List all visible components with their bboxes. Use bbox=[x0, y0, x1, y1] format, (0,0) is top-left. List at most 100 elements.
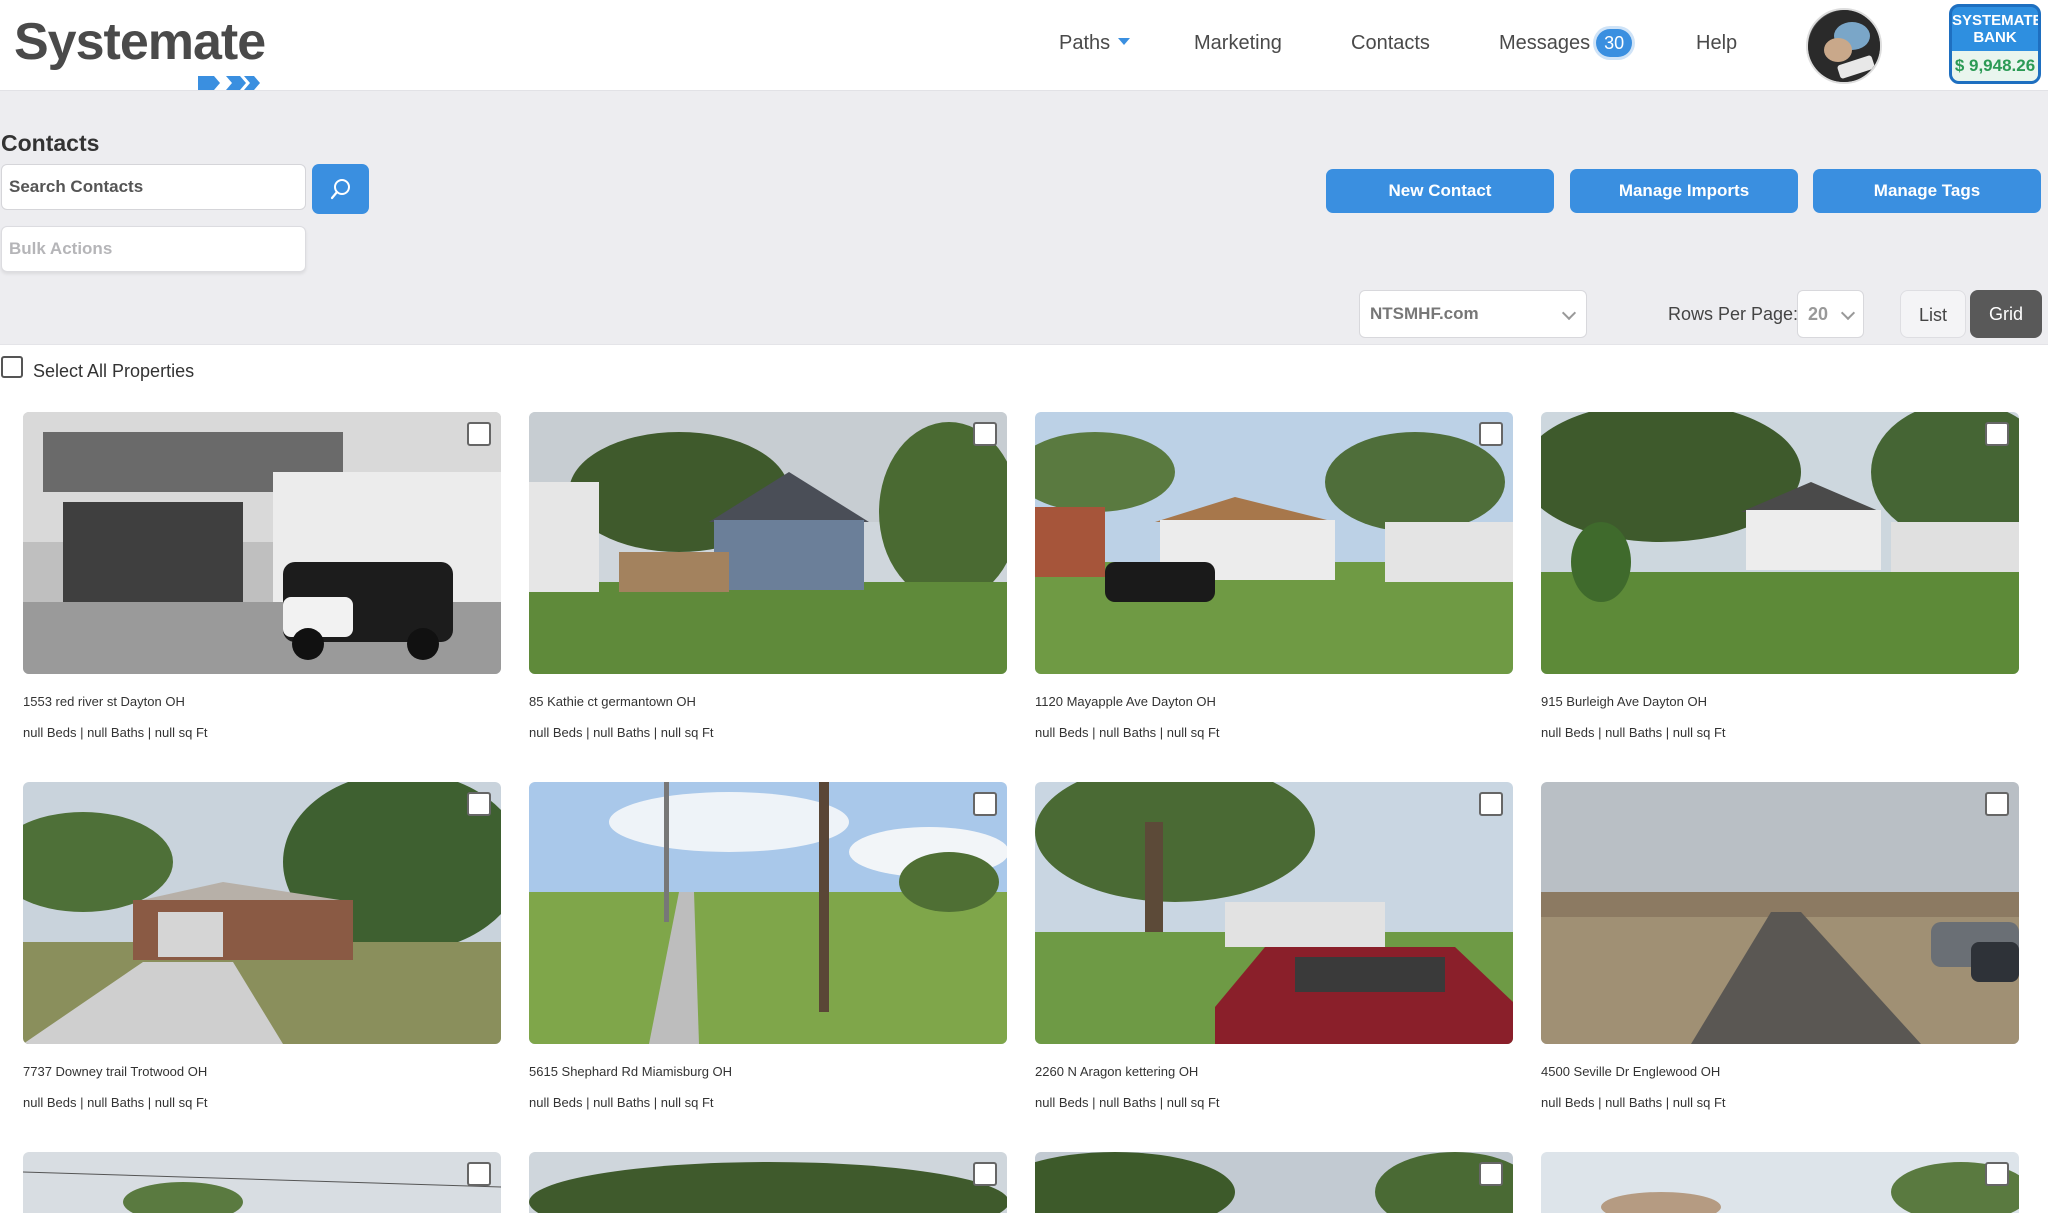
select-all-label: Select All Properties bbox=[33, 360, 195, 381]
property-address: 1553 red river st Dayton OH bbox=[23, 694, 185, 709]
domain-select-value: NTSMHF.com bbox=[1370, 304, 1479, 323]
property-photo-image bbox=[529, 782, 1007, 1044]
nav-contacts[interactable]: Contacts bbox=[1351, 32, 1430, 55]
property-card[interactable]: 2260 N Aragon kettering OH null Beds | n… bbox=[1035, 782, 1513, 1110]
property-checkbox[interactable] bbox=[1985, 422, 2009, 446]
property-address: 1120 Mayapple Ave Dayton OH bbox=[1035, 694, 1216, 709]
property-address: 2260 N Aragon kettering OH bbox=[1035, 1064, 1199, 1079]
property-checkbox[interactable] bbox=[467, 792, 491, 816]
logo-text: Systemate bbox=[14, 13, 266, 71]
property-photo-image bbox=[1541, 412, 2019, 674]
property-checkbox[interactable] bbox=[1479, 1162, 1503, 1186]
search-icon bbox=[330, 179, 350, 200]
select-all-row: Select All Properties bbox=[1, 356, 194, 381]
nav-help[interactable]: Help bbox=[1696, 32, 1737, 55]
property-card[interactable]: 1553 red river st Dayton OH null Beds | … bbox=[23, 412, 501, 740]
property-specs: null Beds | null Baths | null sq Ft bbox=[23, 725, 208, 740]
top-header: Systemate Paths Marketing Contacts Messa… bbox=[0, 0, 2048, 91]
property-specs: null Beds | null Baths | null sq Ft bbox=[1541, 1095, 1726, 1110]
manage-imports-button[interactable]: Manage Imports bbox=[1570, 169, 1798, 213]
systemate-bank-widget[interactable]: SYSTEMATE BANK $ 9,948.26 bbox=[1949, 4, 2041, 84]
property-card[interactable]: 4500 Seville Dr Englewood OH null Beds |… bbox=[1541, 782, 2019, 1110]
property-photo-image bbox=[23, 1152, 501, 1213]
search-input[interactable] bbox=[1, 164, 306, 210]
property-checkbox[interactable] bbox=[973, 422, 997, 446]
bulk-actions-select[interactable]: Bulk Actions bbox=[1, 226, 306, 272]
property-checkbox[interactable] bbox=[973, 1162, 997, 1186]
rows-per-page-select[interactable]: 20 bbox=[1797, 290, 1864, 338]
property-card[interactable]: 7737 Downey trail Trotwood OH null Beds … bbox=[23, 782, 501, 1110]
property-photo[interactable] bbox=[529, 412, 1007, 674]
property-card[interactable] bbox=[529, 1152, 1007, 1213]
property-photo[interactable] bbox=[1541, 782, 2019, 1044]
avatar-image bbox=[1808, 10, 1880, 82]
rows-per-page-label: Rows Per Page: bbox=[1668, 304, 1799, 324]
property-checkbox[interactable] bbox=[1985, 792, 2009, 816]
property-checkbox[interactable] bbox=[467, 422, 491, 446]
domain-select[interactable]: NTSMHF.com bbox=[1359, 290, 1587, 338]
property-photo[interactable] bbox=[1035, 782, 1513, 1044]
property-photo-image bbox=[1035, 782, 1513, 1044]
nav-messages-label: Messages bbox=[1499, 32, 1591, 54]
property-photo[interactable] bbox=[23, 412, 501, 674]
caret-down-icon bbox=[1118, 38, 1131, 46]
property-photo[interactable] bbox=[529, 782, 1007, 1044]
property-photo[interactable] bbox=[1035, 1152, 1513, 1213]
property-photo-image bbox=[1541, 782, 2019, 1044]
property-specs: null Beds | null Baths | null sq Ft bbox=[23, 1095, 208, 1110]
property-checkbox[interactable] bbox=[1479, 422, 1503, 446]
avatar[interactable] bbox=[1806, 8, 1882, 84]
property-checkbox[interactable] bbox=[973, 792, 997, 816]
chevron-down-icon bbox=[1840, 305, 1856, 321]
property-card[interactable]: 5615 Shephard Rd Miamisburg OH null Beds… bbox=[529, 782, 1007, 1110]
nav-paths[interactable]: Paths bbox=[1059, 32, 1131, 55]
messages-count-badge: 30 bbox=[1596, 29, 1633, 57]
logo-chevrons-icon bbox=[198, 76, 260, 90]
property-address: 4500 Seville Dr Englewood OH bbox=[1541, 1064, 1721, 1079]
property-photo[interactable] bbox=[23, 782, 501, 1044]
property-address: 7737 Downey trail Trotwood OH bbox=[23, 1064, 208, 1079]
property-card[interactable] bbox=[1035, 1152, 1513, 1213]
property-checkbox[interactable] bbox=[1479, 792, 1503, 816]
property-card[interactable]: 915 Burleigh Ave Dayton OH null Beds | n… bbox=[1541, 412, 2019, 740]
chevron-down-icon bbox=[1561, 305, 1577, 321]
property-checkbox[interactable] bbox=[1985, 1162, 2009, 1186]
property-photo[interactable] bbox=[529, 1152, 1007, 1213]
property-specs: null Beds | null Baths | null sq Ft bbox=[529, 1095, 714, 1110]
manage-tags-button[interactable]: Manage Tags bbox=[1813, 169, 2041, 213]
property-card[interactable] bbox=[1541, 1152, 2019, 1213]
property-card[interactable]: 85 Kathie ct germantown OH null Beds | n… bbox=[529, 412, 1007, 740]
nav-messages[interactable]: Messages 30 bbox=[1499, 29, 1633, 57]
view-grid-button[interactable]: Grid bbox=[1970, 290, 2042, 338]
property-checkbox[interactable] bbox=[467, 1162, 491, 1186]
property-card[interactable]: 1120 Mayapple Ave Dayton OH null Beds | … bbox=[1035, 412, 1513, 740]
property-address: 85 Kathie ct germantown OH bbox=[529, 694, 696, 709]
property-photo-image bbox=[23, 782, 501, 1044]
rows-per-page-value: 20 bbox=[1808, 304, 1829, 324]
property-photo-image bbox=[529, 412, 1007, 674]
nav-marketing[interactable]: Marketing bbox=[1194, 32, 1282, 55]
property-photo-image bbox=[1035, 412, 1513, 674]
property-photo[interactable] bbox=[1541, 1152, 2019, 1213]
view-list-button[interactable]: List bbox=[1900, 290, 1966, 338]
page-title: Contacts bbox=[1, 130, 100, 156]
new-contact-button[interactable]: New Contact bbox=[1326, 169, 1554, 213]
property-photo-image bbox=[23, 412, 501, 674]
property-photo[interactable] bbox=[23, 1152, 501, 1213]
property-photo-image bbox=[1541, 1152, 2019, 1213]
property-photo[interactable] bbox=[1541, 412, 2019, 674]
property-specs: null Beds | null Baths | null sq Ft bbox=[1035, 1095, 1220, 1110]
property-photo-image bbox=[529, 1152, 1007, 1213]
property-specs: null Beds | null Baths | null sq Ft bbox=[529, 725, 714, 740]
property-specs: null Beds | null Baths | null sq Ft bbox=[1035, 725, 1220, 740]
systemate-logo[interactable]: Systemate bbox=[14, 13, 266, 90]
bank-title: SYSTEMATE BANK bbox=[1952, 12, 2041, 46]
property-photo-image bbox=[1035, 1152, 1513, 1213]
property-card[interactable] bbox=[23, 1152, 501, 1213]
select-all-checkbox[interactable] bbox=[1, 356, 23, 378]
search-button[interactable] bbox=[312, 164, 369, 214]
nav-paths-label: Paths bbox=[1059, 32, 1111, 54]
property-address: 5615 Shephard Rd Miamisburg OH bbox=[529, 1064, 733, 1079]
bank-balance: $ 9,948.26 bbox=[1952, 51, 2038, 81]
property-photo[interactable] bbox=[1035, 412, 1513, 674]
